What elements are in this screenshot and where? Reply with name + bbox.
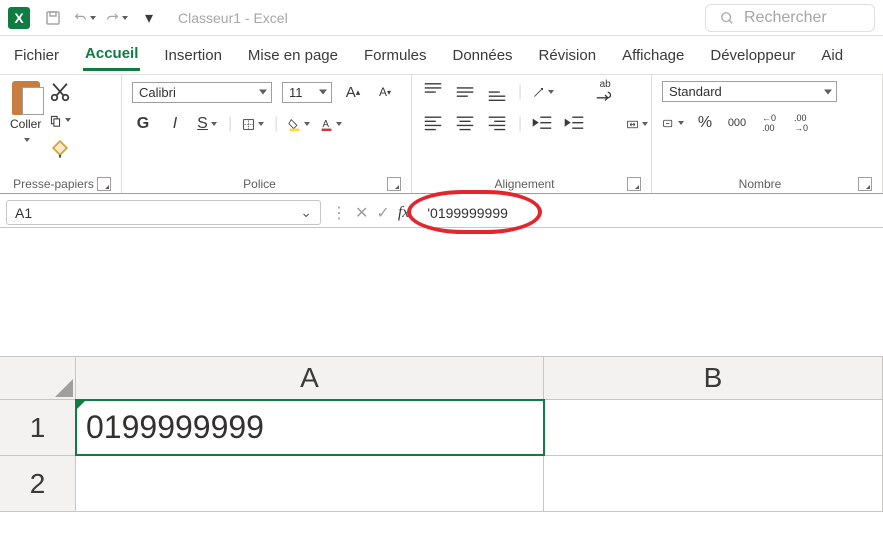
merge-center-icon[interactable]: [626, 113, 648, 135]
formula-value: '0199999999: [427, 205, 508, 221]
group-label-alignment: Alignement: [422, 177, 627, 191]
group-label-font: Police: [132, 177, 387, 191]
name-box[interactable]: A1 ⌄: [6, 200, 321, 225]
increase-indent-icon[interactable]: [564, 113, 586, 135]
paste-label: Coller: [10, 117, 41, 131]
number-launcher[interactable]: [858, 177, 872, 191]
svg-text:A: A: [323, 118, 330, 129]
copy-icon[interactable]: [49, 109, 71, 131]
alignment-launcher[interactable]: [627, 177, 641, 191]
col-header-a[interactable]: A: [76, 357, 544, 399]
paste-button[interactable]: Coller: [10, 81, 41, 149]
document-title: Classeur1 - Excel: [178, 10, 288, 26]
tab-mise-en-page[interactable]: Mise en page: [246, 41, 340, 70]
tab-insertion[interactable]: Insertion: [162, 41, 224, 70]
row-header-2[interactable]: 2: [0, 456, 76, 511]
orientation-icon[interactable]: [532, 81, 554, 103]
select-all-corner[interactable]: [0, 357, 76, 399]
search-icon: [720, 11, 734, 25]
bold-button[interactable]: G: [132, 113, 154, 135]
excel-logo: X: [8, 7, 30, 29]
save-icon[interactable]: [42, 7, 64, 29]
align-left-icon[interactable]: [422, 113, 444, 135]
cell-b2[interactable]: [544, 456, 883, 511]
cell-b1[interactable]: [544, 400, 883, 455]
group-label-clipboard: Presse-papiers: [10, 177, 97, 191]
tab-aide[interactable]: Aid: [819, 41, 845, 70]
increase-decimal-icon[interactable]: ←0.00: [758, 112, 780, 134]
font-color-icon[interactable]: A: [320, 113, 342, 135]
borders-icon[interactable]: [242, 113, 264, 135]
fx-icon[interactable]: fx: [398, 204, 410, 222]
align-middle-icon[interactable]: [454, 81, 476, 103]
cell-a1[interactable]: 0199999999: [76, 400, 544, 455]
decrease-decimal-icon[interactable]: .00→0: [790, 112, 812, 134]
clipboard-launcher[interactable]: [97, 177, 111, 191]
tab-affichage[interactable]: Affichage: [620, 41, 686, 70]
align-right-icon[interactable]: [486, 113, 508, 135]
row-header-1[interactable]: 1: [0, 400, 76, 455]
tab-fichier[interactable]: Fichier: [12, 41, 61, 70]
col-header-b[interactable]: B: [544, 357, 883, 399]
group-label-number: Nombre: [662, 177, 858, 191]
cell-a1-value: 0199999999: [86, 409, 264, 446]
ribbon-tabs: Fichier Accueil Insertion Mise en page F…: [0, 36, 883, 74]
align-center-icon[interactable]: [454, 113, 476, 135]
search-box[interactable]: Rechercher: [705, 4, 875, 32]
more-icon[interactable]: ⋮: [331, 203, 347, 223]
increase-font-icon[interactable]: A▴: [342, 81, 364, 103]
tab-donnees[interactable]: Données: [451, 41, 515, 70]
text-format-indicator: [76, 400, 86, 410]
font-launcher[interactable]: [387, 177, 401, 191]
align-top-icon[interactable]: [422, 81, 444, 103]
wrap-text-icon[interactable]: ab: [594, 81, 616, 103]
undo-icon[interactable]: [74, 7, 96, 29]
chevron-down-icon[interactable]: ⌄: [300, 204, 312, 221]
tab-formules[interactable]: Formules: [362, 41, 429, 70]
decrease-font-icon[interactable]: A▾: [374, 81, 396, 103]
fill-color-icon[interactable]: [288, 113, 310, 135]
format-painter-icon[interactable]: [49, 137, 71, 159]
cut-icon[interactable]: [49, 81, 71, 103]
italic-button[interactable]: I: [164, 113, 186, 135]
cancel-icon[interactable]: ✕: [355, 203, 368, 223]
underline-button[interactable]: S: [196, 113, 218, 135]
thousands-icon[interactable]: 000: [726, 112, 748, 134]
align-bottom-icon[interactable]: [486, 81, 508, 103]
qat-customize-icon[interactable]: ▾: [138, 7, 160, 29]
formula-input[interactable]: '0199999999: [419, 202, 883, 224]
number-format-select[interactable]: Standard: [662, 81, 837, 102]
redo-icon[interactable]: [106, 7, 128, 29]
accounting-format-icon[interactable]: [662, 112, 684, 134]
tab-revision[interactable]: Révision: [537, 41, 599, 70]
tab-accueil[interactable]: Accueil: [83, 39, 140, 71]
decrease-indent-icon[interactable]: [532, 113, 554, 135]
search-placeholder: Rechercher: [744, 9, 827, 27]
confirm-icon[interactable]: ✓: [376, 203, 389, 223]
percent-icon[interactable]: %: [694, 112, 716, 134]
tab-developpeur[interactable]: Développeur: [708, 41, 797, 70]
name-box-value: A1: [15, 205, 32, 221]
font-size-select[interactable]: 11: [282, 82, 332, 103]
font-family-select[interactable]: Calibri: [132, 82, 272, 103]
cell-a2[interactable]: [76, 456, 544, 511]
